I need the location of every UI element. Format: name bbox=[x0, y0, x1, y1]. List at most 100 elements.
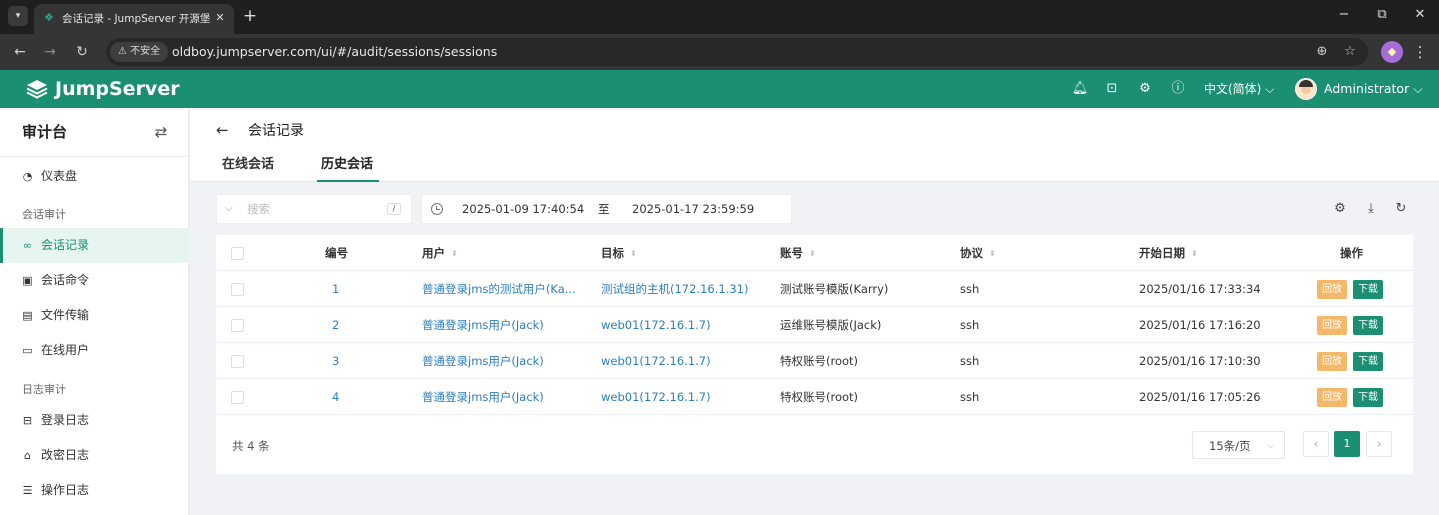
sidebar-item-session-commands[interactable]: ▣ 会话命令 bbox=[0, 263, 189, 298]
lock-icon: ⌂ bbox=[24, 449, 31, 462]
folder-icon: ▤ bbox=[22, 309, 33, 322]
help-icon[interactable]: ⓘ bbox=[1169, 80, 1187, 98]
row-checkbox[interactable] bbox=[231, 355, 244, 368]
forward-icon[interactable]: → bbox=[40, 42, 60, 62]
row-account: 特权账号(root) bbox=[780, 390, 859, 404]
column-start-date[interactable]: 开始日期 ⬍ bbox=[1139, 245, 1198, 261]
zoom-icon[interactable]: ⊕ bbox=[1312, 42, 1332, 62]
switch-view-icon[interactable]: ⇄ bbox=[151, 122, 171, 142]
row-target[interactable]: web01(172.16.1.7) bbox=[601, 318, 711, 333]
sidebar-item-dashboard[interactable]: ◔ 仪表盘 bbox=[0, 159, 189, 194]
url-text[interactable]: oldboy.jumpserver.com/ui/#/audit/session… bbox=[172, 43, 497, 61]
terminal-icon[interactable]: ⊡ bbox=[1103, 80, 1121, 98]
column-user[interactable]: 用户 ⬍ bbox=[422, 245, 458, 261]
total-count: 共 4 条 bbox=[232, 439, 270, 453]
reload-icon[interactable]: ↻ bbox=[72, 42, 92, 62]
close-tab-icon[interactable]: ✕ bbox=[212, 10, 228, 26]
sidebar-item-login-log[interactable]: ⊟ 登录日志 bbox=[0, 403, 189, 438]
search-input[interactable] bbox=[247, 201, 377, 217]
row-id[interactable]: 3 bbox=[332, 354, 339, 369]
avatar[interactable] bbox=[1295, 78, 1317, 100]
page-size-select[interactable]: 15条/页 ⌵ bbox=[1192, 431, 1285, 459]
sidebar-group-log-audit: 日志审计 bbox=[22, 383, 66, 396]
row-id[interactable]: 4 bbox=[332, 390, 339, 405]
next-page-icon[interactable]: › bbox=[1366, 431, 1392, 457]
row-user[interactable]: 普通登录jms用户(Jack) bbox=[422, 354, 544, 369]
browser-tab[interactable]: ❖ 会话记录 - JumpServer 开源堡垒机 ✕ bbox=[34, 4, 234, 34]
sidebar-item-label: 在线用户 bbox=[41, 343, 90, 357]
new-tab-icon[interactable]: + bbox=[240, 6, 260, 26]
browser-toolbar: ← → ↻ ⚠ 不安全 oldboy.jumpserver.com/ui/#/a… bbox=[0, 34, 1439, 70]
replay-button[interactable]: 回放 bbox=[1317, 280, 1347, 299]
sidebar-item-password-change-log[interactable]: ⌂ 改密日志 bbox=[0, 438, 189, 473]
download-button[interactable]: 下载 bbox=[1353, 316, 1383, 335]
table-row: 4 普通登录jms用户(Jack) web01(172.16.1.7) 特权账号… bbox=[216, 379, 1413, 415]
row-start-date: 2025/01/16 17:33:34 bbox=[1139, 282, 1261, 296]
column-id: 编号 bbox=[325, 246, 348, 260]
column-account[interactable]: 账号 ⬍ bbox=[780, 245, 816, 261]
row-start-date: 2025/01/16 17:16:20 bbox=[1139, 318, 1261, 332]
chevron-down-icon[interactable]: ⌵ bbox=[225, 202, 237, 216]
close-window-icon[interactable]: ✕ bbox=[1408, 5, 1432, 25]
row-target[interactable]: 测试组的主机(172.16.1.31) bbox=[601, 282, 748, 297]
replay-button[interactable]: 回放 bbox=[1317, 388, 1347, 407]
sidebar-item-file-transfer[interactable]: ▤ 文件传输 bbox=[0, 298, 189, 333]
refresh-icon[interactable]: ↻ bbox=[1393, 201, 1409, 217]
row-user[interactable]: 普通登录jms用户(Jack) bbox=[422, 390, 544, 405]
prev-page-icon[interactable]: ‹ bbox=[1303, 431, 1329, 457]
restore-icon[interactable]: ⧉ bbox=[1370, 5, 1394, 25]
row-account: 特权账号(root) bbox=[780, 354, 859, 368]
back-arrow-icon[interactable]: ← bbox=[216, 121, 234, 139]
tab-search-icon[interactable]: ▾ bbox=[8, 6, 28, 26]
sidebar-group-session-audit: 会话审计 bbox=[22, 208, 66, 221]
row-target[interactable]: web01(172.16.1.7) bbox=[601, 354, 711, 369]
app-header: JumpServer 🔔︎ ⊡ ⚙ ⓘ 中文(简体) ⌵ Administrat… bbox=[0, 70, 1439, 108]
download-button[interactable]: 下载 bbox=[1353, 388, 1383, 407]
page-number-current[interactable]: 1 bbox=[1334, 431, 1360, 457]
settings-icon[interactable]: ⚙ bbox=[1332, 201, 1348, 217]
sidebar-item-session-records[interactable]: ∞ 会话记录 bbox=[0, 228, 189, 263]
date-from[interactable]: 2025-01-09 17:40:54 bbox=[462, 202, 584, 217]
tab-title: 会话记录 - JumpServer 开源堡垒机 bbox=[62, 13, 210, 25]
back-icon[interactable]: ← bbox=[10, 42, 30, 62]
download-button[interactable]: 下载 bbox=[1353, 280, 1383, 299]
row-checkbox[interactable] bbox=[231, 391, 244, 404]
sidebar-item-label: 仪表盘 bbox=[41, 169, 78, 183]
row-checkbox[interactable] bbox=[231, 283, 244, 296]
row-protocol: ssh bbox=[960, 390, 980, 404]
tab-history-sessions[interactable]: 历史会话 bbox=[321, 156, 373, 174]
date-to[interactable]: 2025-01-17 23:59:59 bbox=[632, 202, 754, 217]
select-all-checkbox[interactable] bbox=[231, 247, 244, 260]
column-target[interactable]: 目标 ⬍ bbox=[601, 245, 637, 261]
minimize-icon[interactable]: − bbox=[1332, 5, 1356, 25]
row-checkbox[interactable] bbox=[231, 319, 244, 332]
browser-menu-icon[interactable]: ⋮ bbox=[1412, 42, 1428, 62]
bell-icon[interactable]: 🔔︎ bbox=[1071, 80, 1089, 98]
replay-button[interactable]: 回放 bbox=[1317, 316, 1347, 335]
search-box[interactable]: ⌵ / bbox=[216, 194, 412, 224]
download-icon[interactable]: ⤓ bbox=[1363, 201, 1379, 217]
sidebar-item-online-users[interactable]: ▭ 在线用户 bbox=[0, 333, 189, 368]
row-target[interactable]: web01(172.16.1.7) bbox=[601, 390, 711, 405]
column-protocol[interactable]: 协议 ⬍ bbox=[960, 245, 996, 261]
link-icon: ∞ bbox=[22, 239, 33, 252]
address-bar[interactable]: ⚠ 不安全 oldboy.jumpserver.com/ui/#/audit/s… bbox=[106, 38, 1368, 66]
replay-button[interactable]: 回放 bbox=[1317, 352, 1347, 371]
row-user[interactable]: 普通登录jms用户(Jack) bbox=[422, 318, 544, 333]
date-range-picker[interactable]: 2025-01-09 17:40:54 至 2025-01-17 23:59:5… bbox=[421, 194, 792, 224]
profile-icon[interactable]: ◆ bbox=[1381, 41, 1403, 63]
settings-icon[interactable]: ⚙ bbox=[1136, 80, 1154, 98]
sidebar-item-label: 改密日志 bbox=[41, 448, 90, 462]
insecure-badge[interactable]: ⚠ 不安全 bbox=[110, 42, 169, 62]
row-id[interactable]: 2 bbox=[332, 318, 339, 333]
sidebar-item-operation-log[interactable]: ☰ 操作日志 bbox=[0, 473, 189, 508]
download-button[interactable]: 下载 bbox=[1353, 352, 1383, 371]
bookmark-star-icon[interactable]: ☆ bbox=[1340, 42, 1360, 62]
row-user[interactable]: 普通登录jms的测试用户(Ka... bbox=[422, 282, 576, 297]
tab-online-sessions[interactable]: 在线会话 bbox=[222, 156, 274, 174]
row-id[interactable]: 1 bbox=[332, 282, 339, 297]
language-selector[interactable]: 中文(简体) ⌵ bbox=[1204, 80, 1274, 98]
sidebar-item-label: 会话记录 bbox=[41, 238, 90, 252]
user-menu[interactable]: Administrator ⌵ bbox=[1324, 80, 1423, 98]
sessions-table: 编号 用户 ⬍ 目标 ⬍ 账号 ⬍ 协议 ⬍ 开始日期 ⬍ 操作 1 普通登录jms的测试… bbox=[216, 235, 1413, 474]
